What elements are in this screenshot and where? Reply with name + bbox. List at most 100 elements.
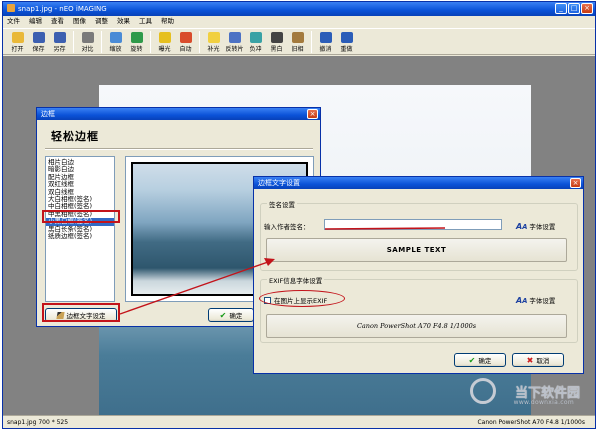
toolbar-label: 黑白 bbox=[270, 45, 283, 53]
exposure-icon bbox=[158, 31, 171, 43]
toolbar-label: 旧相 bbox=[291, 45, 304, 53]
author-label: 输入作者签名： bbox=[264, 223, 310, 231]
divider bbox=[45, 148, 313, 150]
text-cancel-label: 取消 bbox=[536, 357, 550, 365]
border-dialog-titlebar[interactable]: 边框 × bbox=[37, 108, 320, 120]
menu-help[interactable]: 帮助 bbox=[161, 16, 174, 27]
watermark-url: www.downxia.com bbox=[513, 399, 574, 406]
toolbar-button-10[interactable]: 负冲 bbox=[245, 29, 266, 55]
status-file-info: snap1.jpg 700 * 525 bbox=[7, 419, 69, 426]
toolbar-label: 重做 bbox=[340, 45, 353, 53]
border-dialog-header: 轻松边框 bbox=[51, 130, 99, 143]
toolbar-separator bbox=[311, 31, 312, 53]
text-dialog-close-button[interactable]: × bbox=[570, 178, 581, 188]
menu-file[interactable]: 文件 bbox=[7, 16, 20, 27]
toolbar-label: 对比 bbox=[81, 45, 94, 53]
black-white-icon bbox=[270, 31, 283, 43]
show-exif-checkbox[interactable] bbox=[264, 296, 271, 304]
toolbar-button-4[interactable]: 缩放 bbox=[105, 29, 126, 55]
font-icon: AA bbox=[516, 295, 528, 305]
border-text-settings-button[interactable]: 边框文字设定 bbox=[45, 308, 117, 322]
text-cancel-button[interactable]: ✖ 取消 bbox=[512, 353, 564, 367]
border-style-list[interactable]: 相片白边 暗影白边 配片边框 双红线框 双白线框 大白相框(签名) 中白相框(签名) 中黑相框… bbox=[45, 156, 115, 302]
text-ok-button[interactable]: ✔ 确定 bbox=[454, 353, 506, 367]
toolbar-button-7[interactable]: 自动 bbox=[175, 29, 196, 55]
toolbar-separator bbox=[150, 31, 151, 53]
toolbar-button-1[interactable]: 保存 bbox=[28, 29, 49, 55]
menu-image[interactable]: 图像 bbox=[73, 16, 86, 27]
exif-font-label: 字体设置 bbox=[529, 297, 556, 305]
reversal-film-icon bbox=[228, 31, 241, 43]
toolbar-label: 补光 bbox=[207, 45, 220, 53]
toolbar-button-2[interactable]: 另存 bbox=[49, 29, 70, 55]
toolbar-button-8[interactable]: 补光 bbox=[203, 29, 224, 55]
toolbar: 打开 保存 另存 对比 缩放 旋转 曝光 自动 补光 反转片 负冲 黑白 旧相 撤消 重做 bbox=[3, 28, 595, 55]
text-dialog-title: 边框文字设置 bbox=[258, 179, 300, 187]
show-exif-label: 在图片上显示EXIF bbox=[274, 297, 328, 305]
menu-adjust[interactable]: 调整 bbox=[95, 16, 108, 27]
toolbar-button-12[interactable]: 旧相 bbox=[287, 29, 308, 55]
check-icon: ✔ bbox=[219, 310, 227, 320]
pencil-icon bbox=[55, 311, 65, 319]
menu-edit[interactable]: 编辑 bbox=[29, 16, 42, 27]
toolbar-label: 保存 bbox=[32, 45, 45, 53]
signature-font-button[interactable]: AA 字体设置 bbox=[516, 221, 556, 232]
toolbar-label: 旋转 bbox=[130, 45, 143, 53]
exif-font-button[interactable]: AA 字体设置 bbox=[516, 295, 556, 306]
title-bar[interactable]: snap1.jpg - nEO iMAGING _ □ × bbox=[3, 2, 595, 16]
toolbar-button-5[interactable]: 旋转 bbox=[126, 29, 147, 55]
menu-view[interactable]: 查看 bbox=[51, 16, 64, 27]
signature-font-label: 字体设置 bbox=[529, 223, 556, 231]
font-icon: AA bbox=[516, 221, 528, 231]
toolbar-label: 曝光 bbox=[158, 45, 171, 53]
sample-text-preview: SAMPLE TEXT bbox=[266, 238, 567, 262]
text-dialog-titlebar[interactable]: 边框文字设置 × bbox=[254, 177, 583, 189]
toolbar-button-0[interactable]: 打开 bbox=[7, 29, 28, 55]
border-style-item[interactable]: 纸质边框(签名) bbox=[46, 232, 114, 240]
text-ok-label: 确定 bbox=[478, 357, 492, 365]
save-disk-icon bbox=[32, 31, 45, 43]
toolbar-button-14[interactable]: 重做 bbox=[336, 29, 357, 55]
maximize-button[interactable]: □ bbox=[568, 3, 580, 14]
toolbar-button-6[interactable]: 曝光 bbox=[154, 29, 175, 55]
open-folder-icon bbox=[11, 31, 24, 43]
border-text-dialog: 边框文字设置 × 签名设置 输入作者签名： AA 字体设置 SAMPLE TEX… bbox=[253, 176, 584, 374]
toolbar-label: 反转片 bbox=[225, 45, 244, 53]
close-button[interactable]: × bbox=[581, 3, 593, 14]
window-controls: _ □ × bbox=[555, 3, 593, 14]
minimize-button[interactable]: _ bbox=[555, 3, 567, 14]
zoom-icon bbox=[109, 31, 122, 43]
check-icon: ✔ bbox=[468, 355, 476, 365]
cross-process-icon bbox=[249, 31, 262, 43]
app-icon bbox=[7, 4, 15, 12]
save-as-icon bbox=[53, 31, 66, 43]
border-ok-button[interactable]: ✔ 确定 bbox=[208, 308, 254, 322]
author-signature-input[interactable] bbox=[324, 219, 502, 230]
fill-light-icon bbox=[207, 31, 220, 43]
menu-bar: 文件 编辑 查看 图像 调整 效果 工具 帮助 bbox=[3, 16, 595, 27]
toolbar-button-3[interactable]: 对比 bbox=[77, 29, 98, 55]
border-dialog-close-button[interactable]: × bbox=[307, 109, 318, 119]
window-title: snap1.jpg - nEO iMAGING bbox=[18, 5, 107, 13]
toolbar-separator bbox=[199, 31, 200, 53]
watermark-logo bbox=[470, 378, 496, 404]
signature-group-label: 签名设置 bbox=[267, 199, 297, 209]
show-exif-option[interactable]: 在图片上显示EXIF bbox=[264, 295, 327, 305]
toolbar-label: 撤消 bbox=[319, 45, 332, 53]
redo-icon bbox=[340, 31, 353, 43]
old-photo-icon bbox=[291, 31, 304, 43]
toolbar-label: 缩放 bbox=[109, 45, 122, 53]
menu-effects[interactable]: 效果 bbox=[117, 16, 130, 27]
undo-icon bbox=[319, 31, 332, 43]
toolbar-separator bbox=[73, 31, 74, 53]
toolbar-separator bbox=[101, 31, 102, 53]
toolbar-button-11[interactable]: 黑白 bbox=[266, 29, 287, 55]
border-ok-label: 确定 bbox=[229, 312, 243, 320]
toolbar-button-9[interactable]: 反转片 bbox=[224, 29, 245, 55]
menu-tools[interactable]: 工具 bbox=[139, 16, 152, 27]
border-dialog-title: 边框 bbox=[41, 110, 55, 118]
compare-icon bbox=[81, 31, 94, 43]
toolbar-button-13[interactable]: 撤消 bbox=[315, 29, 336, 55]
border-text-settings-label: 边框文字设定 bbox=[66, 312, 106, 320]
cross-icon: ✖ bbox=[526, 355, 534, 365]
